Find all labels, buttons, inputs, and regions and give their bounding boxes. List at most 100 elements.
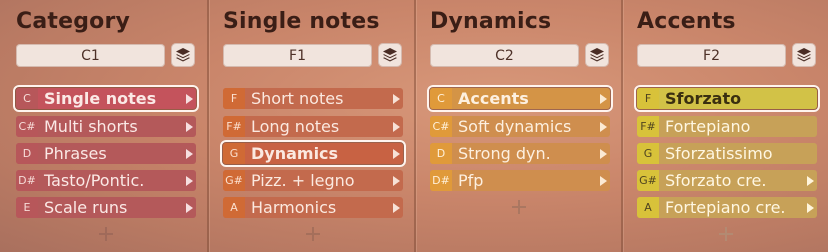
articulation-row[interactable]: F# Fortepiano — [637, 116, 817, 137]
chevron-right-icon — [596, 175, 610, 186]
chevron-right-icon — [182, 93, 196, 104]
row-key-label: D — [16, 143, 38, 164]
chevron-right-icon — [596, 93, 610, 104]
column-title: Accents — [637, 9, 736, 34]
row-key-label: F# — [637, 116, 659, 137]
row-label: Dynamics — [251, 144, 339, 163]
chevron-right-icon — [389, 121, 403, 132]
articulation-row[interactable]: C Accents — [427, 85, 613, 112]
row-label: Pizz. + legno — [251, 171, 355, 190]
articulation-row[interactable]: A Fortepiano cre. — [637, 197, 817, 218]
column-title: Category — [16, 9, 131, 34]
chevron-right-icon — [182, 175, 196, 186]
articulation-row[interactable]: G# Sforzato cre. — [637, 170, 817, 191]
layers-icon — [383, 48, 397, 62]
chevron-right-icon — [389, 148, 403, 159]
articulation-row[interactable]: G Dynamics — [220, 140, 406, 167]
layers-icon — [590, 48, 604, 62]
chevron-right-icon — [389, 93, 403, 104]
category-column: Category C1 C Single notes C# Multi shor… — [0, 0, 206, 252]
row-key-label: G — [223, 143, 245, 164]
chevron-right-icon — [803, 175, 817, 186]
row-key-label: D# — [430, 170, 452, 191]
row-key-label: D — [430, 143, 452, 164]
layers-icon — [176, 48, 190, 62]
articulation-row[interactable]: C Single notes — [13, 85, 199, 112]
articulation-row[interactable]: D Strong dyn. — [430, 143, 610, 164]
column-title: Dynamics — [430, 9, 552, 34]
row-label: Short notes — [251, 89, 344, 108]
row-label: Sforzato cre. — [665, 171, 767, 190]
row-key-label: F — [637, 88, 659, 109]
row-label: Sforzatissimo — [665, 144, 773, 163]
row-label: Fortepiano — [665, 117, 751, 136]
row-label: Phrases — [44, 144, 107, 163]
row-label: Sforzato — [665, 89, 742, 108]
articulation-row[interactable]: F Sforzato — [634, 85, 820, 112]
plus-icon — [99, 227, 113, 241]
articulation-row[interactable]: G Sforzatissimo — [637, 143, 817, 164]
chevron-right-icon — [182, 148, 196, 159]
articulation-row[interactable]: D# Pfp — [430, 170, 610, 191]
row-key-label: G# — [637, 170, 659, 191]
row-label: Long notes — [251, 117, 340, 136]
row-key-label: A — [223, 197, 245, 218]
row-label: Multi shorts — [44, 117, 138, 136]
key-switch-field[interactable]: F2 — [637, 44, 786, 67]
articulation-row[interactable]: A Harmonics — [223, 197, 403, 218]
articulation-row[interactable]: D Phrases — [16, 143, 196, 164]
chevron-right-icon — [182, 202, 196, 213]
layers-button[interactable] — [171, 43, 195, 67]
layers-button[interactable] — [792, 43, 816, 67]
layers-button[interactable] — [585, 43, 609, 67]
row-label: Single notes — [44, 89, 157, 108]
row-label: Tasto/Pontic. — [44, 171, 145, 190]
add-row-button[interactable] — [98, 226, 114, 242]
plus-icon — [306, 227, 320, 241]
articulation-row[interactable]: E Scale runs — [16, 197, 196, 218]
single-notes-column: Single notes F1 F Short notes F# Long no… — [207, 0, 413, 252]
column-title: Single notes — [223, 9, 380, 34]
row-label: Pfp — [458, 171, 484, 190]
articulation-row[interactable]: F Short notes — [223, 88, 403, 109]
row-label: Fortepiano cre. — [665, 198, 786, 217]
chevron-right-icon — [596, 121, 610, 132]
add-row-button[interactable] — [511, 199, 527, 215]
chevron-right-icon — [596, 148, 610, 159]
layers-button[interactable] — [378, 43, 402, 67]
chevron-right-icon — [182, 121, 196, 132]
add-row-button[interactable] — [718, 226, 734, 242]
dynamics-column: Dynamics C2 C Accents C# Soft dynamics D… — [414, 0, 620, 252]
row-key-label: G# — [223, 170, 245, 191]
row-label: Accents — [458, 89, 529, 108]
row-key-label: C# — [430, 116, 452, 137]
key-switch-field[interactable]: F1 — [223, 44, 372, 67]
articulation-row[interactable]: C# Soft dynamics — [430, 116, 610, 137]
row-key-label: G — [637, 143, 659, 164]
articulation-row[interactable]: G# Pizz. + legno — [223, 170, 403, 191]
accents-column: Accents F2 F Sforzato F# Fortepiano G Sf… — [621, 0, 827, 252]
plus-icon — [719, 227, 733, 241]
layers-icon — [797, 48, 811, 62]
key-switch-field[interactable]: C2 — [430, 44, 579, 67]
row-key-label: C# — [16, 116, 38, 137]
chevron-right-icon — [389, 202, 403, 213]
row-key-label: E — [16, 197, 38, 218]
row-label: Soft dynamics — [458, 117, 572, 136]
row-label: Harmonics — [251, 198, 337, 217]
add-row-button[interactable] — [305, 226, 321, 242]
articulation-row[interactable]: F# Long notes — [223, 116, 403, 137]
row-key-label: D# — [16, 170, 38, 191]
row-key-label: C — [430, 88, 452, 109]
chevron-right-icon — [389, 175, 403, 186]
articulation-row[interactable]: C# Multi shorts — [16, 116, 196, 137]
articulation-row[interactable]: D# Tasto/Pontic. — [16, 170, 196, 191]
row-key-label: A — [637, 197, 659, 218]
plus-icon — [512, 200, 526, 214]
key-switch-field[interactable]: C1 — [16, 44, 165, 67]
row-key-label: C — [16, 88, 38, 109]
chevron-right-icon — [803, 202, 817, 213]
row-label: Strong dyn. — [458, 144, 551, 163]
row-key-label: F# — [223, 116, 245, 137]
row-label: Scale runs — [44, 198, 128, 217]
